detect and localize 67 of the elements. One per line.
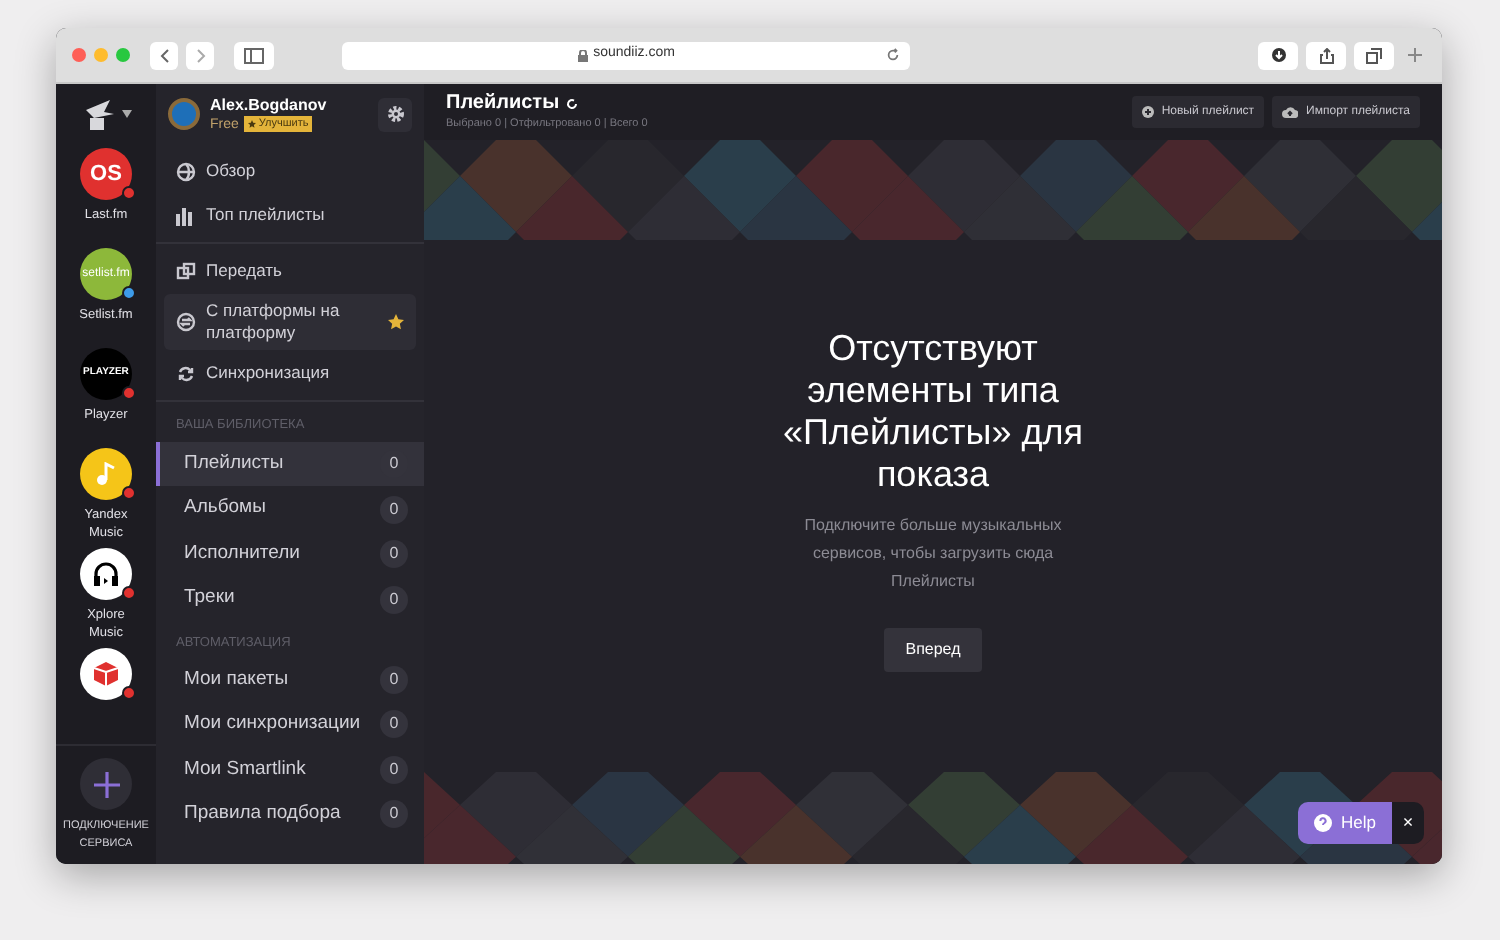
nav-item[interactable]: Топ плейлисты [164,194,416,236]
nav-item[interactable]: Исполнители 0 [156,531,424,577]
music-note-icon [94,462,118,486]
nav-item[interactable]: Синхронизация [164,352,416,394]
count-badge: 0 [380,665,408,694]
empty-state-text: Подключите больше музыкальных сервисов, чтобы загрузить сюда Плейлисты [802,514,1064,594]
nav-item[interactable]: Альбомы 0 [156,486,424,532]
avatar [168,98,200,130]
cube-icon [92,660,120,688]
transfer-icon [176,261,196,281]
settings-button[interactable] [378,97,412,131]
service-logo[interactable] [80,648,132,700]
plus-icon [93,771,119,797]
lock-icon [577,49,588,61]
nav-item[interactable]: Плейлисты 0 [156,441,424,487]
chevron-right-icon [195,47,205,63]
logo-text: OS [90,159,122,190]
count-badge: 0 [380,800,408,829]
tabs-icon [1366,47,1382,63]
question-icon [1313,814,1332,832]
share-button[interactable] [1306,41,1346,69]
reload-icon[interactable] [886,48,900,62]
sidebar-button[interactable] [234,41,274,69]
tabs-button[interactable] [1354,41,1394,69]
plus-circle-icon [1141,106,1154,118]
plus-icon [1407,48,1421,62]
service-logo[interactable] [80,548,132,600]
nav-item[interactable]: С платформы на платформу [164,294,416,350]
headphones-icon [92,560,120,588]
swap-icon [176,312,196,332]
nav-item[interactable]: Мои синхронизации 0 [156,702,424,747]
download-icon [1271,48,1285,62]
help-button[interactable]: Help [1297,802,1392,844]
close-help-button[interactable]: × [1392,802,1424,844]
bar-chart-icon [176,205,196,225]
service-logo[interactable]: OS [80,148,132,200]
continue-button[interactable]: Вперед [883,628,983,672]
nav-item[interactable]: Обзор [164,150,416,192]
user-name: Alex.Bogdanov [210,95,329,115]
settings-icon [385,104,405,124]
chevron-left-icon [159,47,169,63]
nav-item[interactable]: Мои Smartlink 0 [156,747,424,792]
caret-icon [121,110,131,118]
nav-item[interactable]: Мои пакеты 0 [156,657,424,702]
count-badge: 0 [380,540,408,568]
count-badge: 0 [380,495,408,523]
nav-item[interactable]: Передать [164,250,416,292]
count-badge: 0 [380,710,408,739]
share-icon [1319,47,1333,63]
sidebar-icon [244,47,264,63]
count-badge: 0 [380,585,408,613]
empty-state-title: Отсутствуют элементы типа «Плейлисты» для показа [780,328,1086,496]
cloud-upload-icon [1282,106,1299,118]
globe-icon [176,161,196,181]
download-button[interactable] [1258,41,1298,69]
page-title: Плейлисты [446,91,560,116]
star-icon [388,314,404,330]
back-button[interactable] [150,41,178,69]
refresh-icon[interactable] [565,97,578,110]
star-icon [248,120,257,128]
service-logo[interactable] [80,448,132,500]
nav-item[interactable]: Треки 0 [156,576,424,622]
logo-icon[interactable] [81,98,117,130]
count-badge: 0 [380,755,408,784]
add-service-button[interactable] [80,758,132,810]
sync-icon [176,363,196,383]
nav-item[interactable]: Правила подбора 0 [156,792,424,837]
